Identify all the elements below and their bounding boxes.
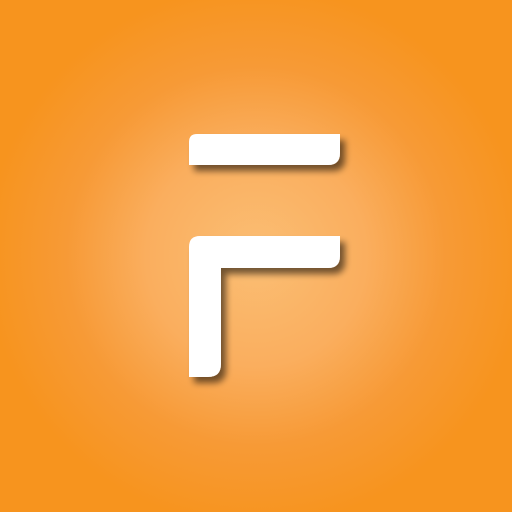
logo-top-bar [189,134,340,165]
f-letter-logo-icon [189,134,340,377]
app-icon-canvas [0,0,512,512]
logo-lower-stroke [189,236,340,377]
